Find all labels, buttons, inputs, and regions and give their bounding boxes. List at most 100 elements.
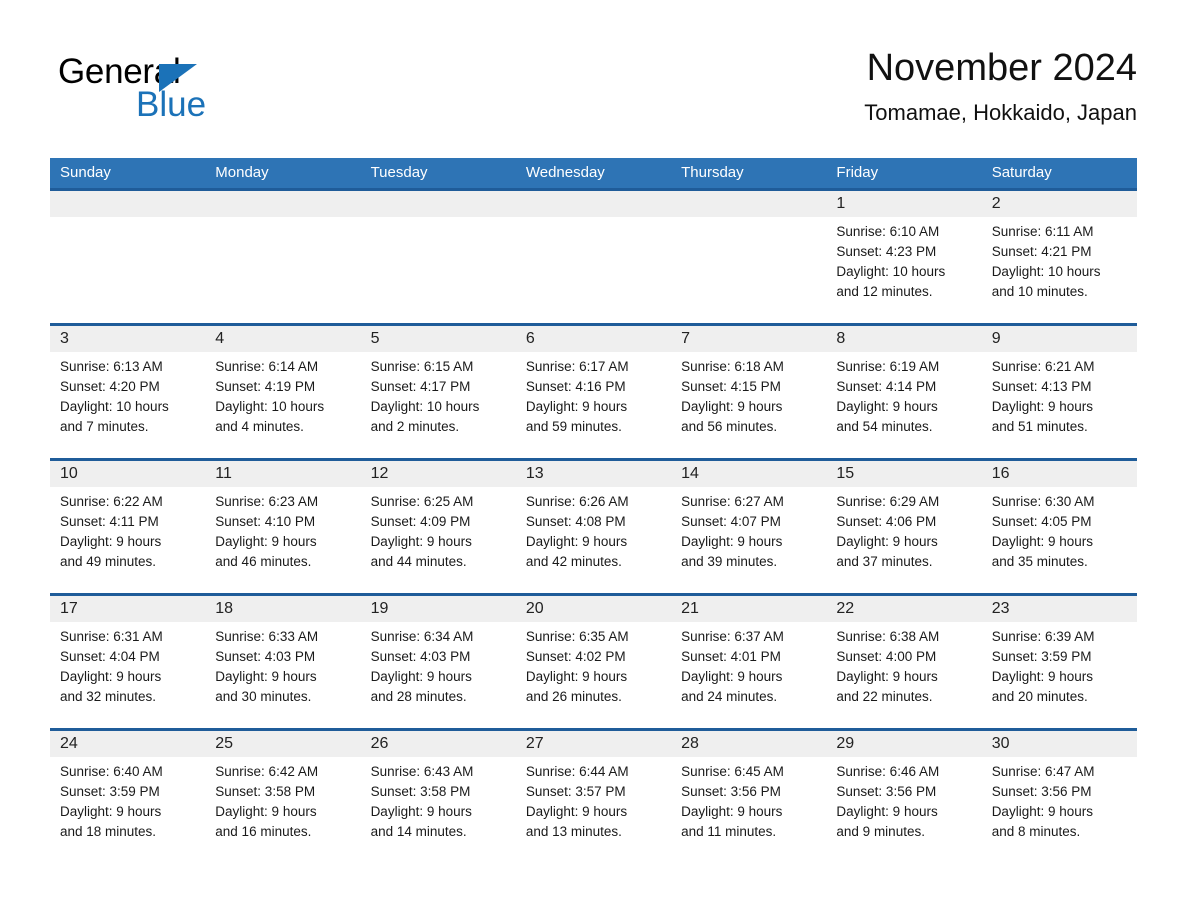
day-detail-line: Daylight: 9 hours: [370, 804, 472, 819]
day-detail-line: and 22 minutes.: [836, 689, 933, 704]
day-number: 21: [671, 596, 827, 622]
calendar-week-row: 17 Sunrise: 6:31 AM Sunset: 4:04 PM Dayligh…: [50, 593, 1137, 730]
day-detail-line: Daylight: 9 hours: [525, 804, 628, 819]
day-cell-27[interactable]: 27 Sunrise: 6:44 AM Sunset: 3:57 PM Dayligh…: [515, 728, 672, 863]
day-cell-3[interactable]: 3 Sunrise: 6:13 AM Sunset: 4:20 PM Daylight…: [50, 323, 206, 460]
day-cell-12[interactable]: 12 Sunrise: 6:25 AM Sunset: 4:09 PM Dayligh…: [360, 458, 516, 595]
day-detail-line: Daylight: 9 hours: [60, 534, 162, 549]
day-details: Sunrise: 6:25 AM Sunset: 4:09 PM Daylight:…: [361, 487, 516, 572]
day-cell-15[interactable]: 15 Sunrise: 6:29 AM Sunset: 4:06 PM Dayligh…: [826, 458, 982, 595]
day-detail-line: Daylight: 9 hours: [681, 399, 783, 414]
day-detail-line: and 4 minutes.: [215, 419, 304, 434]
day-detail-line: and 24 minutes.: [681, 689, 778, 704]
day-details: [50, 217, 205, 222]
day-detail-line: and 12 minutes.: [836, 284, 933, 299]
day-cell-23[interactable]: 23 Sunrise: 6:39 AM Sunset: 3:59 PM Dayligh…: [981, 593, 1137, 730]
day-cell-24[interactable]: 24 Sunrise: 6:40 AM Sunset: 3:59 PM Dayligh…: [50, 728, 206, 863]
day-detail-line: Sunrise: 6:37 AM: [681, 629, 784, 644]
day-detail-line: and 7 minutes.: [60, 419, 149, 434]
day-cell-17[interactable]: 17 Sunrise: 6:31 AM Sunset: 4:04 PM Dayligh…: [50, 593, 206, 730]
day-detail-line: and 54 minutes.: [836, 419, 933, 434]
day-detail-line: Daylight: 9 hours: [991, 669, 1093, 684]
day-cell-4[interactable]: 4 Sunrise: 6:14 AM Sunset: 4:19 PM Daylight…: [205, 323, 361, 460]
day-cell-18[interactable]: 18 Sunrise: 6:33 AM Sunset: 4:03 PM Dayligh…: [205, 593, 361, 730]
day-number: 13: [515, 461, 672, 487]
day-detail-line: Sunset: 4:01 PM: [681, 649, 781, 664]
calendar-week-row: 1 Sunrise: 6:10 AM Sunset: 4:23 PM Daylight…: [50, 188, 1137, 325]
day-number: 12: [360, 461, 516, 487]
day-cell-10[interactable]: 10 Sunrise: 6:22 AM Sunset: 4:11 PM Dayligh…: [50, 458, 206, 595]
day-detail-line: Sunset: 4:23 PM: [836, 244, 937, 259]
day-number: [205, 191, 361, 217]
day-cell-2[interactable]: 2 Sunrise: 6:11 AM Sunset: 4:21 PM Daylight…: [981, 188, 1137, 325]
day-cell-26[interactable]: 26 Sunrise: 6:43 AM Sunset: 3:58 PM Dayligh…: [360, 728, 516, 863]
day-detail-line: and 2 minutes.: [370, 419, 460, 434]
day-cell-25[interactable]: 25 Sunrise: 6:42 AM Sunset: 3:58 PM Dayligh…: [205, 728, 361, 863]
day-detail-line: Daylight: 9 hours: [836, 534, 938, 549]
day-number: 20: [515, 596, 672, 622]
day-detail-line: Daylight: 10 hours: [370, 399, 480, 414]
day-cell-28[interactable]: 28 Sunrise: 6:45 AM Sunset: 3:56 PM Dayligh…: [671, 728, 827, 863]
day-cell-11[interactable]: 11 Sunrise: 6:23 AM Sunset: 4:10 PM Dayligh…: [205, 458, 361, 595]
day-details: Sunrise: 6:47 AM Sunset: 3:56 PM Daylight:…: [982, 757, 1137, 842]
day-detail-line: Sunrise: 6:46 AM: [836, 764, 940, 779]
day-cell-16[interactable]: 16 Sunrise: 6:30 AM Sunset: 4:05 PM Dayligh…: [981, 458, 1137, 595]
day-detail-line: Sunrise: 6:43 AM: [370, 764, 474, 779]
day-cell-29[interactable]: 29 Sunrise: 6:46 AM Sunset: 3:56 PM Dayligh…: [826, 728, 982, 863]
day-detail-line: Sunrise: 6:13 AM: [60, 359, 163, 374]
weekday-header-wednesday: Wednesday: [515, 158, 672, 190]
day-cell-13[interactable]: 13 Sunrise: 6:26 AM Sunset: 4:08 PM Dayligh…: [515, 458, 672, 595]
day-detail-line: Sunset: 4:20 PM: [60, 379, 160, 394]
day-detail-line: and 13 minutes.: [525, 824, 622, 839]
calendar-week-row: 24 Sunrise: 6:40 AM Sunset: 3:59 PM Dayligh…: [50, 728, 1137, 863]
day-detail-line: and 18 minutes.: [60, 824, 157, 839]
day-detail-line: Sunset: 4:16 PM: [525, 379, 626, 394]
day-detail-line: and 44 minutes.: [370, 554, 467, 569]
day-detail-line: Daylight: 9 hours: [681, 534, 783, 549]
day-number: 11: [205, 461, 361, 487]
day-cell-8[interactable]: 8 Sunrise: 6:19 AM Sunset: 4:14 PM Daylight…: [826, 323, 982, 460]
day-details: Sunrise: 6:42 AM Sunset: 3:58 PM Daylight:…: [205, 757, 360, 842]
day-detail-line: Daylight: 10 hours: [60, 399, 169, 414]
day-detail-line: Sunset: 4:21 PM: [991, 244, 1092, 259]
day-detail-line: Sunrise: 6:29 AM: [836, 494, 940, 509]
day-cell-1[interactable]: 1 Sunrise: 6:10 AM Sunset: 4:23 PM Daylight…: [826, 188, 982, 325]
day-detail-line: Sunset: 4:19 PM: [215, 379, 316, 394]
day-detail-line: and 28 minutes.: [370, 689, 467, 704]
day-detail-line: Sunrise: 6:15 AM: [370, 359, 474, 374]
day-detail-line: Daylight: 9 hours: [836, 669, 938, 684]
day-detail-line: Sunset: 3:56 PM: [836, 784, 937, 799]
day-detail-line: Sunset: 4:09 PM: [370, 514, 471, 529]
day-details: Sunrise: 6:22 AM Sunset: 4:11 PM Daylight:…: [50, 487, 205, 572]
calendar-week-row: 10 Sunrise: 6:22 AM Sunset: 4:11 PM Dayligh…: [50, 458, 1137, 595]
day-cell-7[interactable]: 7 Sunrise: 6:18 AM Sunset: 4:15 PM Daylight…: [671, 323, 827, 460]
day-cell-19[interactable]: 19 Sunrise: 6:34 AM Sunset: 4:03 PM Dayligh…: [360, 593, 516, 730]
day-cell-30[interactable]: 30 Sunrise: 6:47 AM Sunset: 3:56 PM Dayligh…: [981, 728, 1137, 863]
day-cell-5[interactable]: 5 Sunrise: 6:15 AM Sunset: 4:17 PM Daylight…: [360, 323, 516, 460]
day-number: 14: [671, 461, 827, 487]
general-blue-logo[interactable]: General Blue: [58, 52, 318, 132]
day-cell-20[interactable]: 20 Sunrise: 6:35 AM Sunset: 4:02 PM Dayligh…: [515, 593, 672, 730]
day-detail-line: and 9 minutes.: [836, 824, 925, 839]
day-cell-9[interactable]: 9 Sunrise: 6:21 AM Sunset: 4:13 PM Daylight…: [981, 323, 1137, 460]
day-detail-line: and 42 minutes.: [525, 554, 622, 569]
day-detail-line: Sunrise: 6:42 AM: [215, 764, 319, 779]
day-detail-line: Sunrise: 6:45 AM: [681, 764, 784, 779]
weekday-header-thursday: Thursday: [671, 158, 827, 190]
day-cell-22[interactable]: 22 Sunrise: 6:38 AM Sunset: 4:00 PM Dayligh…: [826, 593, 982, 730]
day-detail-line: Sunrise: 6:38 AM: [836, 629, 940, 644]
day-detail-line: Sunrise: 6:14 AM: [215, 359, 319, 374]
day-number: [50, 191, 206, 217]
day-number: 27: [515, 731, 672, 757]
day-details: Sunrise: 6:18 AM Sunset: 4:15 PM Daylight:…: [671, 352, 826, 437]
day-cell-6[interactable]: 6 Sunrise: 6:17 AM Sunset: 4:16 PM Daylight…: [515, 323, 672, 460]
day-detail-line: Sunrise: 6:21 AM: [991, 359, 1095, 374]
day-cell-14[interactable]: 14 Sunrise: 6:27 AM Sunset: 4:07 PM Dayligh…: [671, 458, 827, 595]
day-detail-line: Sunrise: 6:26 AM: [525, 494, 629, 509]
day-number: 6: [515, 326, 672, 352]
day-detail-line: Sunset: 3:58 PM: [215, 784, 316, 799]
day-cell-21[interactable]: 21 Sunrise: 6:37 AM Sunset: 4:01 PM Dayligh…: [671, 593, 827, 730]
sunrise-sunset-calendar: Sunday Monday Tuesday Wednesday Thursday Frid…: [50, 158, 1137, 863]
day-detail-line: Sunset: 4:06 PM: [836, 514, 937, 529]
day-detail-line: Daylight: 10 hours: [991, 264, 1101, 279]
